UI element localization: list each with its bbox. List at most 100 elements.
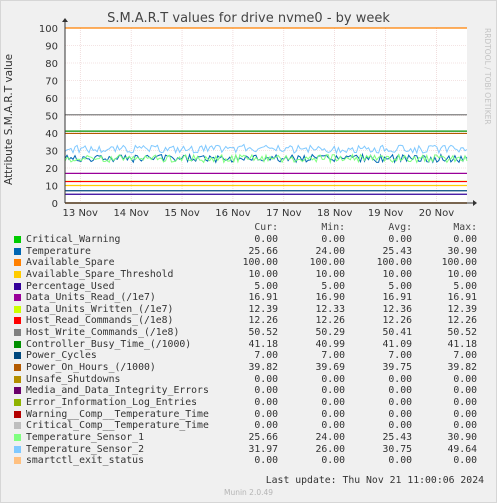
y-tick-label: 100 xyxy=(39,24,58,35)
legend-value-max: 5.00 xyxy=(453,280,477,292)
legend-series-name: Host_Write_Commands_(/1e8) xyxy=(26,327,180,339)
legend-value-avg: 16.91 xyxy=(382,292,413,304)
legend-value-max: 0.00 xyxy=(453,396,477,408)
legend-value-cur: 0.00 xyxy=(254,420,278,432)
last-update: Last update: Thu Nov 21 11:00:06 2024 xyxy=(265,475,484,486)
legend-row: Host_Write_Commands_(/1e8) 50.52 50.29 50.4… xyxy=(0,327,497,339)
legend-value-max: 41.18 xyxy=(447,338,478,350)
legend-value-cur: 0.00 xyxy=(254,455,278,467)
legend-series-name: Data_Units_Written_(/1e7) xyxy=(26,303,174,315)
legend-series-name: Media_and_Data_Integrity_Errors xyxy=(26,385,209,397)
legend-value-avg: 0.00 xyxy=(388,234,412,245)
legend-value-avg: 100.00 xyxy=(376,257,412,269)
legend-swatch xyxy=(14,364,21,372)
y-tick-label: 10 xyxy=(45,182,58,193)
legend-value-max: 16.91 xyxy=(447,292,478,304)
legend-value-max: 12.39 xyxy=(447,303,478,315)
legend-swatch xyxy=(14,445,21,453)
legend-value-avg: 39.75 xyxy=(382,362,413,374)
legend-value-avg: 0.00 xyxy=(388,373,412,385)
legend-series-name: Unsafe_Shutdowns xyxy=(26,373,121,385)
legend-value-max: 30.90 xyxy=(447,245,478,257)
legend-row: Data_Units_Read_(/1e7) 16.91 16.90 16.91 16.… xyxy=(0,292,497,304)
legend-series-name: Power_Cycles xyxy=(26,350,97,362)
legend-row: Temperature_Sensor_1 25.66 24.00 25.43 30.90 xyxy=(0,432,497,444)
legend-value-avg: 25.43 xyxy=(382,245,413,257)
legend-value-max: 49.64 xyxy=(447,443,478,455)
legend-value-cur: 50.52 xyxy=(248,327,279,339)
legend-row: Media_and_Data_Integrity_Errors 0.00 0.00 0… xyxy=(0,385,497,397)
y-tick-label: 70 xyxy=(45,77,58,88)
legend-swatch xyxy=(14,433,21,441)
legend-value-avg: 0.00 xyxy=(388,396,412,408)
legend-row: Data_Units_Written_(/1e7) 12.39 12.33 12.36… xyxy=(0,304,497,316)
y-tick-label: 40 xyxy=(45,129,58,140)
legend-value-avg: 0.00 xyxy=(388,385,412,397)
legend-value-cur: 25.66 xyxy=(248,245,279,257)
legend-swatch xyxy=(14,282,21,290)
y-tick-label: 20 xyxy=(45,164,58,175)
legend-value-cur: 12.26 xyxy=(248,315,279,327)
legend-value-min: 0.00 xyxy=(321,420,345,432)
legend-header-max: Max: xyxy=(453,222,477,233)
legend-value-cur: 16.91 xyxy=(248,292,279,304)
legend-value-avg: 10.00 xyxy=(382,268,413,280)
legend-value-min: 12.26 xyxy=(315,315,346,327)
legend-value-avg: 12.36 xyxy=(382,303,413,315)
legend-swatch xyxy=(14,270,21,278)
legend-value-max: 10.00 xyxy=(447,268,478,280)
legend-series-name: Temperature_Sensor_1 xyxy=(26,431,144,443)
legend-row: Percentage_Used 5.00 5.00 5.00 5.00 xyxy=(0,281,497,293)
legend-value-max: 39.82 xyxy=(447,362,478,374)
legend-series-name: Critical_Warning xyxy=(26,234,121,245)
legend-series-name: Power_On_Hours_(/1000) xyxy=(26,362,156,374)
legend-swatch xyxy=(14,236,21,243)
legend-value-cur: 100.00 xyxy=(242,257,278,269)
legend-row: Temperature 25.66 24.00 25.43 30.90 xyxy=(0,246,497,258)
legend-swatch xyxy=(14,340,21,348)
legend-row: Available_Spare_Threshold 10.00 10.00 10.00… xyxy=(0,269,497,281)
x-tick-label: 17 Nov xyxy=(266,208,302,219)
legend-value-min: 40.99 xyxy=(315,338,346,350)
legend-row: smartctl_exit_status 0.00 0.00 0.00 0.00 xyxy=(0,455,497,467)
legend-swatch xyxy=(14,247,21,255)
legend-value-cur: 0.00 xyxy=(254,396,278,408)
legend-series-name: Temperature_Sensor_2 xyxy=(26,443,144,455)
legend-value-max: 30.90 xyxy=(447,431,478,443)
legend-series-name: Host_Read_Commands_(/1e8) xyxy=(26,315,174,327)
legend-series-name: Warning__Comp__Temperature_Time xyxy=(26,408,209,420)
munin-version: Munin 2.0.49 xyxy=(223,488,274,497)
legend-swatch xyxy=(14,259,21,267)
legend-value-min: 0.00 xyxy=(321,396,345,408)
legend-value-max: 100.00 xyxy=(441,257,477,269)
x-tick-label: 19 Nov xyxy=(368,208,404,219)
legend-value-min: 0.00 xyxy=(321,385,345,397)
legend-row: Error_Information_Log_Entries 0.00 0.00 0.0… xyxy=(0,397,497,409)
x-axis-arrow xyxy=(473,200,477,206)
legend-value-max: 0.00 xyxy=(453,455,477,467)
legend-value-max: 7.00 xyxy=(453,350,477,362)
legend-value-cur: 5.00 xyxy=(254,280,278,292)
legend-row: Critical_Warning 0.00 0.00 0.00 0.00 xyxy=(0,234,497,246)
legend-row: Warning__Comp__Temperature_Time 0.00 0.00 0… xyxy=(0,409,497,421)
legend-swatch xyxy=(14,317,21,325)
legend-value-avg: 30.75 xyxy=(382,443,413,455)
legend-value-min: 100.00 xyxy=(309,257,345,269)
legend-value-min: 0.00 xyxy=(321,234,345,245)
legend-value-cur: 0.00 xyxy=(254,234,278,245)
legend-value-max: 0.00 xyxy=(453,234,477,245)
legend-value-max: 0.00 xyxy=(453,408,477,420)
legend-series-name: Data_Units_Read_(/1e7) xyxy=(26,292,156,304)
legend-value-cur: 0.00 xyxy=(254,373,278,385)
legend-value-avg: 5.00 xyxy=(388,280,412,292)
legend-value-min: 39.69 xyxy=(315,362,346,374)
legend-value-max: 0.00 xyxy=(453,420,477,432)
legend-value-cur: 12.39 xyxy=(248,303,279,315)
legend-header-cur: Cur: xyxy=(254,222,278,233)
x-tick-label: 18 Nov xyxy=(317,208,353,219)
legend-value-min: 16.90 xyxy=(315,292,346,304)
legend-series-name: Controller_Busy_Time_(/1000) xyxy=(26,338,192,350)
legend-series-name: Available_Spare xyxy=(26,257,115,269)
legend-swatch xyxy=(14,352,21,360)
plot-area: 0 10 20 30 40 50 60 70 80 90 100 13 Nov 14 Nov 15 Nov… xyxy=(39,18,477,219)
